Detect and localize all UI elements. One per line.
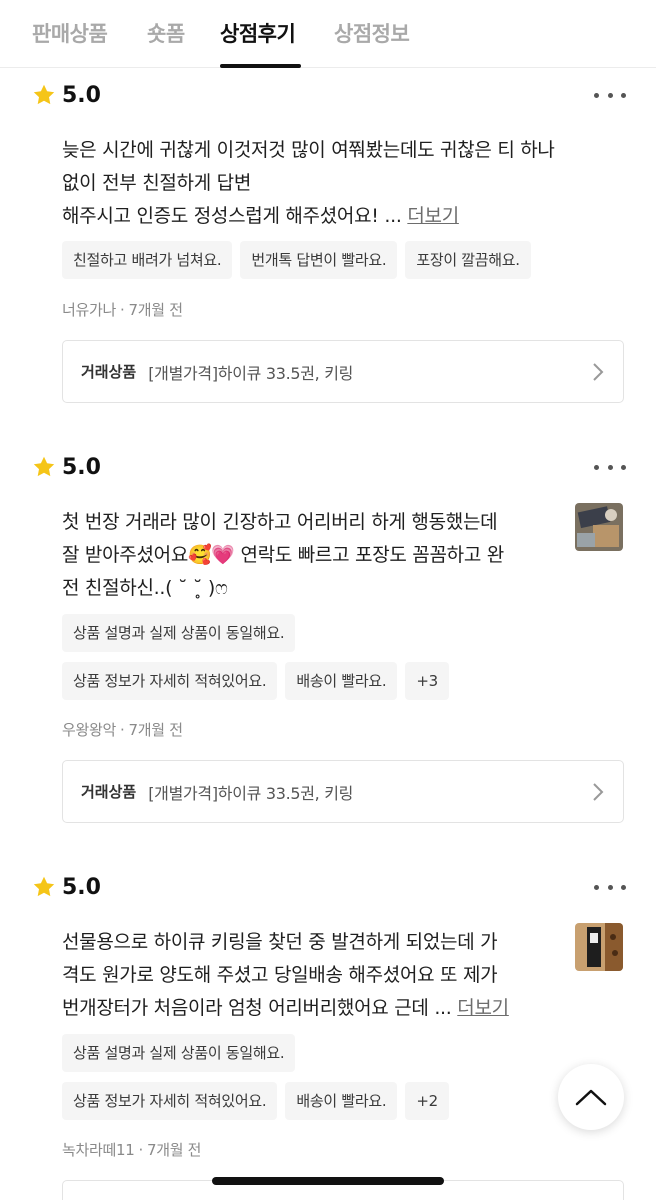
star-icon: [33, 84, 55, 105]
tab-shortform[interactable]: 숏폼: [147, 18, 185, 48]
author-name: 우왕왕악: [62, 721, 117, 739]
read-more-link[interactable]: 더보기: [407, 205, 459, 227]
review-tag: 상품 정보가 자세히 적혀있어요.: [62, 662, 278, 700]
review-tags: 상품 정보가 자세히 적혀있어요. 배송이 빨라요. +2: [62, 1082, 449, 1120]
product-label: 거래상품: [81, 783, 137, 801]
review-time: 7개월 전: [146, 1141, 202, 1159]
author-name: 녹차라떼11: [62, 1141, 135, 1159]
scroll-to-top-button[interactable]: [558, 1064, 624, 1130]
traded-product-card[interactable]: 거래상품 [개별가격]하이큐 33.5권, 키링: [62, 340, 624, 403]
review-meta: 너유가나 · 7개월 전: [62, 301, 183, 319]
author-name: 너유가나: [62, 301, 117, 319]
review-photo-thumbnail[interactable]: [575, 503, 623, 551]
product-label: 거래상품: [81, 363, 137, 381]
review-tag: 배송이 빨라요.: [285, 1082, 398, 1120]
review-tag: 번개톡 답변이 빨라요.: [240, 241, 398, 279]
product-name: [개별가격]하이큐 33.5권, 키링: [148, 783, 354, 803]
rating-value: 5.0: [62, 454, 101, 480]
more-tags-count[interactable]: +3: [405, 662, 449, 700]
tab-bar: 판매상품 숏폼 상점후기 상점정보: [0, 0, 656, 68]
chevron-up-icon: [575, 1089, 607, 1106]
more-options-button[interactable]: [594, 880, 626, 894]
more-options-button[interactable]: [594, 460, 626, 474]
review-text: 선물용으로 하이큐 키링을 찾던 중 발견하게 되었는데 가 격도 원가로 양도…: [62, 931, 509, 1019]
more-tags-count[interactable]: +2: [405, 1082, 449, 1120]
star-icon: [33, 876, 55, 897]
review-tags: 상품 정보가 자세히 적혀있어요. 배송이 빨라요. +3: [62, 662, 449, 700]
review-tag: 상품 설명과 실제 상품이 동일해요.: [62, 1034, 296, 1072]
review-time: 7개월 전: [128, 721, 183, 739]
more-dots-icon: [594, 464, 599, 470]
review-tags: 상품 설명과 실제 상품이 동일해요.: [62, 1034, 296, 1072]
review-time: 7개월 전: [128, 301, 183, 319]
rating: 5.0: [32, 80, 101, 110]
review-tag: 친절하고 배려가 넘쳐요.: [62, 241, 233, 279]
read-more-link[interactable]: 더보기: [457, 997, 509, 1019]
review-meta: 녹차라떼11 · 7개월 전: [62, 1141, 202, 1159]
review-tag: 포장이 깔끔해요.: [405, 241, 531, 279]
tab-store-info[interactable]: 상점정보: [334, 18, 410, 48]
review-text: 늦은 시간에 귀찮게 이것저것 많이 여쭤봤는데도 귀찮은 티 하나 없이 전부…: [62, 139, 555, 227]
more-dots-icon: [594, 884, 599, 890]
review-tags: 친절하고 배려가 넘쳐요. 번개톡 답변이 빨라요. 포장이 깔끔해요.: [62, 241, 531, 279]
rating: 5.0: [32, 872, 101, 902]
product-name: [개별가격]하이큐 33.5권, 키링: [148, 363, 354, 383]
chevron-right-icon: [593, 363, 604, 381]
active-tab-indicator: [220, 64, 301, 68]
more-dots-icon: [594, 92, 599, 98]
review-meta: 우왕왕악 · 7개월 전: [62, 721, 183, 739]
review-tag: 상품 설명과 실제 상품이 동일해요.: [62, 614, 296, 652]
review-tag: 상품 정보가 자세히 적혀있어요.: [62, 1082, 278, 1120]
review-photo: [575, 503, 623, 551]
rating-value: 5.0: [62, 874, 101, 900]
review-photo-thumbnail[interactable]: [575, 923, 623, 971]
rating-value: 5.0: [62, 82, 101, 108]
tab-reviews[interactable]: 상점후기: [220, 18, 296, 48]
review-photo: [575, 923, 623, 971]
chevron-right-icon: [593, 783, 604, 801]
star-icon: [33, 456, 55, 477]
review-tag: 배송이 빨라요.: [285, 662, 398, 700]
more-options-button[interactable]: [594, 88, 626, 102]
traded-product-card[interactable]: 거래상품 [개별가격]하이큐 33.5권, 키링: [62, 760, 624, 823]
home-indicator: [212, 1177, 444, 1185]
tab-products[interactable]: 판매상품: [32, 18, 108, 48]
rating: 5.0: [32, 452, 101, 482]
review-tags: 상품 설명과 실제 상품이 동일해요.: [62, 614, 296, 652]
review-text: 첫 번장 거래라 많이 긴장하고 어리버리 하게 행동했는데 잘 받아주셨어요🥰…: [62, 511, 504, 599]
